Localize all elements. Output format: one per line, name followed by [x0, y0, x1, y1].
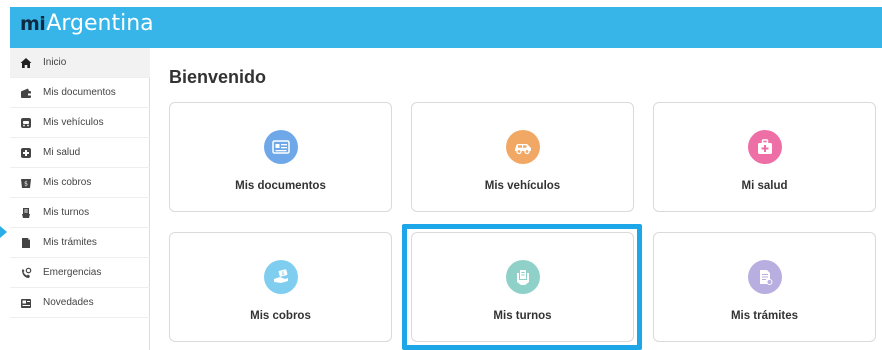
sidebar-item-label: Mis trámites — [43, 237, 97, 248]
phone-icon — [20, 267, 32, 279]
card-label: Mis trámites — [730, 310, 799, 322]
card-label: Mi salud — [741, 180, 788, 192]
sidebar: Inicio Mis documentos Mis vehículos Mi s… — [10, 48, 150, 350]
card-label: Mis cobros — [250, 310, 311, 322]
sidebar-item-mis-vehiculos[interactable]: Mis vehículos — [10, 108, 150, 138]
sidebar-item-label: Mi salud — [43, 147, 81, 158]
sidebar-item-label: Inicio — [43, 57, 67, 68]
pointer-arrow-icon — [0, 226, 7, 238]
card-mi-salud[interactable]: Mi salud — [653, 102, 876, 212]
card-mis-tramites[interactable]: Mis trámites — [653, 232, 876, 342]
sidebar-item-label: Mis vehículos — [43, 117, 104, 128]
card-mis-turnos[interactable]: Mis turnos — [411, 232, 634, 342]
sidebar-item-mi-salud[interactable]: Mi salud — [10, 138, 150, 168]
svg-text:$: $ — [281, 271, 284, 277]
hand-ticket-icon — [505, 260, 540, 294]
sidebar-item-emergencias[interactable]: Emergencias — [10, 258, 150, 288]
document-check-icon — [747, 260, 782, 294]
sidebar-item-label: Mis documentos — [43, 87, 116, 98]
logo[interactable]: mi Argentina — [20, 11, 154, 44]
card-mis-cobros[interactable]: $ Mis cobros — [169, 232, 392, 342]
medical-cross-icon — [20, 147, 32, 159]
home-icon — [20, 57, 32, 69]
sidebar-item-mis-turnos[interactable]: Mis turnos — [10, 198, 150, 228]
first-aid-icon — [747, 130, 782, 164]
logo-prefix: mi — [20, 13, 46, 35]
logo-name: Argentina — [46, 11, 154, 36]
top-bar: mi Argentina — [10, 7, 882, 48]
main-content: Bienvenido Mis documentos Mis vehículos … — [151, 48, 882, 350]
card-mis-vehiculos[interactable]: Mis vehículos — [411, 102, 634, 212]
wallet-icon — [20, 87, 32, 99]
id-card-icon — [263, 130, 298, 164]
folder-icon — [20, 237, 32, 249]
page-title: Bienvenido — [169, 67, 267, 87]
news-icon — [20, 297, 32, 309]
card-mis-documentos[interactable]: Mis documentos — [169, 102, 392, 212]
sidebar-item-mis-tramites[interactable]: Mis trámites — [10, 228, 150, 258]
hand-money-icon: $ — [263, 260, 298, 294]
sidebar-item-label: Emergencias — [43, 267, 102, 278]
sidebar-item-label: Mis turnos — [43, 207, 90, 218]
car-icon — [20, 117, 32, 129]
card-label: Mis vehículos — [484, 180, 561, 192]
card-label: Mis turnos — [493, 310, 552, 322]
vehicle-icon — [505, 130, 540, 164]
svg-text:$: $ — [24, 180, 28, 187]
sidebar-item-label: Novedades — [43, 297, 94, 308]
sidebar-item-novedades[interactable]: Novedades — [10, 288, 150, 318]
left-margin — [0, 0, 10, 350]
card-label: Mis documentos — [235, 180, 326, 192]
sidebar-item-mis-cobros[interactable]: $ Mis cobros — [10, 168, 150, 198]
sidebar-item-mis-documentos[interactable]: Mis documentos — [10, 78, 150, 108]
payment-icon: $ — [20, 177, 32, 189]
hand-ticket-icon — [20, 207, 32, 219]
sidebar-item-inicio[interactable]: Inicio — [10, 48, 150, 78]
sidebar-item-label: Mis cobros — [43, 177, 92, 188]
